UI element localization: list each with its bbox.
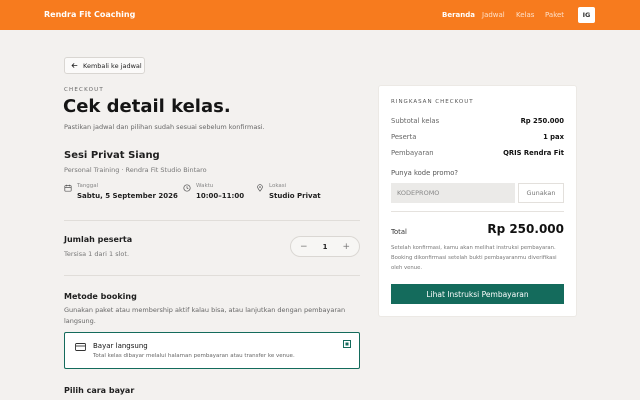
- info-location: Lokasi Studio Privat: [256, 183, 321, 200]
- summary-eyebrow: RINGKASAN CHECKOUT: [391, 99, 474, 105]
- option-description: Total kelas dibayar melalui halaman pemb…: [93, 353, 295, 359]
- participants-row: Peserta 1 pax: [391, 133, 564, 141]
- checkout-summary-panel: RINGKASAN CHECKOUT Subtotal kelas Rp 250…: [379, 86, 576, 316]
- divider: [64, 220, 360, 221]
- date-label: Tanggal: [77, 183, 99, 189]
- divider: [64, 275, 360, 276]
- nav-jadwal[interactable]: Jadwal: [482, 11, 505, 19]
- brand-logo[interactable]: Rendra Fit Coaching: [44, 10, 135, 19]
- increment-button[interactable]: +: [342, 242, 350, 252]
- booking-method-title: Metode booking: [64, 292, 137, 301]
- option-title: Bayar langsung: [93, 342, 148, 350]
- participants-value: 1 pax: [543, 133, 564, 141]
- page-subtitle: Pastikan jadwal dan pilihan sudah sesuai…: [64, 123, 265, 131]
- info-time: Waktu 10:00–11:00: [183, 183, 244, 200]
- nav-kelas[interactable]: Kelas: [516, 11, 534, 19]
- credit-card-icon: [75, 343, 86, 351]
- booking-method-description: Gunakan paket atau membership aktif kala…: [64, 306, 346, 325]
- payment-row: Pembayaran QRIS Rendra Fit: [391, 149, 564, 157]
- avatar[interactable]: IG: [578, 7, 595, 23]
- promo-code-input[interactable]: [391, 183, 515, 203]
- location-label: Lokasi: [269, 183, 287, 189]
- page-eyebrow: CHECKOUT: [64, 87, 104, 93]
- arrow-left-icon: [71, 63, 78, 68]
- class-title: Sesi Privat Siang: [64, 150, 160, 161]
- subtotal-row: Subtotal kelas Rp 250.000: [391, 117, 564, 125]
- selected-checkbox[interactable]: [343, 340, 351, 348]
- top-navbar: Rendra Fit Coaching Beranda Jadwal Kelas…: [0, 0, 640, 30]
- class-meta: Personal Training · Rendra Fit Studio Bi…: [64, 166, 207, 174]
- apply-promo-button[interactable]: Gunakan: [518, 183, 564, 203]
- decrement-button[interactable]: −: [300, 242, 308, 252]
- payment-choice-title: Pilih cara bayar: [64, 386, 135, 395]
- participants-title: Jumlah peserta: [64, 235, 133, 244]
- confirmation-note: Setelah konfirmasi, kamu akan melihat in…: [391, 245, 557, 271]
- time-label: Waktu: [196, 183, 214, 189]
- back-button-label: Kembali ke jadwal: [83, 61, 142, 70]
- subtotal-value: Rp 250.000: [520, 117, 564, 125]
- direct-payment-option[interactable]: Bayar langsung Total kelas dibayar melal…: [64, 332, 360, 369]
- calendar-icon: [64, 184, 72, 192]
- summary-divider: [391, 211, 564, 212]
- nav-beranda[interactable]: Beranda: [442, 11, 475, 19]
- payment-value: QRIS Rendra Fit: [503, 149, 564, 157]
- participants-label: Peserta: [391, 133, 417, 141]
- total-label: Total: [391, 228, 407, 236]
- quantity-value[interactable]: 1: [323, 243, 328, 251]
- clock-icon: [183, 184, 191, 192]
- back-button[interactable]: Kembali ke jadwal: [64, 57, 145, 74]
- quantity-stepper: − 1 +: [290, 236, 360, 257]
- location-pin-icon: [257, 184, 263, 192]
- promo-question: Punya kode promo?: [391, 169, 458, 177]
- page-title: Cek detail kelas.: [63, 96, 231, 117]
- payment-label: Pembayaran: [391, 149, 434, 157]
- view-payment-instructions-button[interactable]: Lihat Instruksi Pembayaran: [391, 284, 564, 304]
- info-date: Tanggal Sabtu, 5 September 2026: [64, 183, 178, 200]
- location-value: Studio Privat: [269, 192, 321, 200]
- total-value: Rp 250.000: [487, 222, 564, 236]
- date-value: Sabtu, 5 September 2026: [77, 192, 178, 200]
- time-value: 10:00–11:00: [196, 192, 245, 200]
- subtotal-label: Subtotal kelas: [391, 117, 440, 125]
- nav-paket[interactable]: Paket: [545, 11, 564, 19]
- participants-remaining: Tersisa 1 dari 1 slot.: [64, 250, 130, 258]
